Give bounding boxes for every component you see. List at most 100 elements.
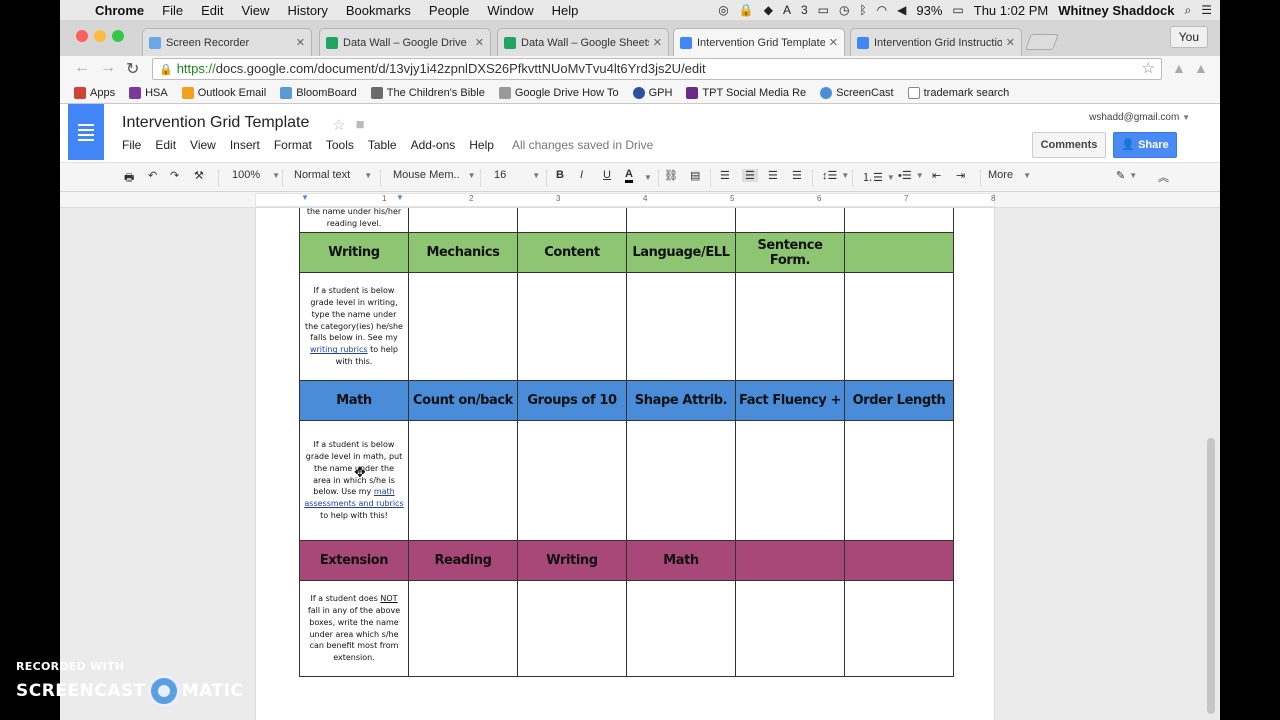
menu-people[interactable]: People bbox=[420, 3, 478, 18]
menu-window[interactable]: Window bbox=[478, 3, 542, 18]
docs-menu-edit[interactable]: Edit bbox=[155, 138, 176, 152]
bookmark-apps[interactable]: Apps bbox=[74, 86, 115, 99]
link-icon[interactable]: ⛓ bbox=[664, 169, 678, 182]
collapse-menu-icon[interactable]: ︽ bbox=[1158, 169, 1169, 185]
bookmark-trademark-search[interactable]: trademark search bbox=[907, 86, 1009, 99]
table-cell[interactable] bbox=[844, 272, 954, 381]
header-cell-math[interactable]: Math bbox=[299, 380, 409, 421]
table-cell[interactable] bbox=[517, 208, 627, 233]
table-cell[interactable] bbox=[735, 580, 845, 677]
tab-screen-recorder[interactable]: Screen Recorder ✕ bbox=[142, 28, 312, 56]
header-cell-sentence-form[interactable]: Sentence Form. bbox=[735, 232, 845, 273]
tab-intervention-grid-instructions[interactable]: Intervention Grid Instructio ✕ bbox=[850, 28, 1022, 56]
header-cell-reading[interactable]: Reading bbox=[408, 540, 518, 581]
bluetooth-icon[interactable]: ᛒ bbox=[859, 3, 866, 17]
header-cell-writing-ext[interactable]: Writing bbox=[517, 540, 627, 581]
menu-app-name[interactable]: Chrome bbox=[86, 3, 153, 18]
table-cell[interactable] bbox=[517, 272, 627, 381]
underline-button[interactable]: U bbox=[603, 169, 611, 181]
header-cell-groups-of-10[interactable]: Groups of 10 bbox=[517, 380, 627, 421]
undo-icon[interactable]: ↶ bbox=[148, 169, 157, 182]
header-cell-language-ell[interactable]: Language/ELL bbox=[626, 232, 736, 273]
table-cell[interactable] bbox=[517, 420, 627, 541]
redo-icon[interactable]: ↷ bbox=[170, 169, 179, 182]
table-cell[interactable] bbox=[735, 420, 845, 541]
menu-bookmarks[interactable]: Bookmarks bbox=[337, 3, 420, 18]
reading-note-cell[interactable]: the name under his/her reading level. bbox=[299, 208, 409, 233]
docs-menu-insert[interactable]: Insert bbox=[230, 138, 260, 152]
docs-menu-view[interactable]: View bbox=[190, 138, 216, 152]
header-cell-mechanics[interactable]: Mechanics bbox=[408, 232, 518, 273]
bookmark-google-drive-how-to[interactable]: Google Drive How To bbox=[498, 86, 619, 99]
comments-button[interactable]: Comments bbox=[1032, 132, 1106, 158]
volume-icon[interactable]: ◀ bbox=[897, 3, 906, 17]
vertical-scrollbar[interactable] bbox=[1207, 438, 1215, 714]
extension-note-cell[interactable]: If a student does NOT fall in any of the… bbox=[299, 580, 409, 677]
menu-file[interactable]: File bbox=[153, 3, 192, 18]
table-cell[interactable] bbox=[408, 272, 518, 381]
font-size-select[interactable]: 16 ▼ bbox=[494, 169, 540, 181]
header-cell-fact-fluency[interactable]: Fact Fluency + bbox=[735, 380, 845, 421]
docs-menu-tools[interactable]: Tools bbox=[326, 138, 354, 152]
close-tab-icon[interactable]: ✕ bbox=[475, 36, 484, 49]
table-cell[interactable] bbox=[626, 208, 736, 233]
numbered-list-icon[interactable]: ⒈☰ ▼ bbox=[862, 169, 895, 185]
bulleted-list-icon[interactable]: •☰ ▼ bbox=[898, 169, 924, 182]
tab-data-wall-drive[interactable]: Data Wall – Google Drive ✕ bbox=[319, 28, 491, 56]
table-cell[interactable] bbox=[408, 420, 518, 541]
table-cell[interactable] bbox=[626, 272, 736, 381]
paint-format-icon[interactable]: ⚒ bbox=[194, 169, 204, 182]
close-tab-icon[interactable]: ✕ bbox=[296, 36, 305, 49]
table-cell[interactable] bbox=[408, 208, 518, 233]
bookmark-hsa[interactable]: HSA bbox=[129, 86, 168, 99]
bookmark-star-icon[interactable]: ☆ bbox=[1142, 59, 1155, 79]
folder-icon[interactable]: ■ bbox=[355, 116, 364, 134]
menu-view[interactable]: View bbox=[232, 3, 278, 18]
writing-note-cell[interactable]: If a student is below grade level in wri… bbox=[299, 272, 409, 381]
bookmark-childrens-bible[interactable]: The Children's Bible bbox=[370, 86, 485, 99]
editing-mode-pencil-icon[interactable]: ✎ ▼ bbox=[1116, 169, 1137, 182]
user-name[interactable]: Whitney Shaddock bbox=[1058, 3, 1174, 18]
docs-menu-help[interactable]: Help bbox=[469, 138, 494, 152]
print-icon[interactable]: 🖶 bbox=[124, 169, 134, 188]
line-spacing-icon[interactable]: ↕☰ ▼ bbox=[822, 169, 849, 182]
decrease-indent-icon[interactable]: ⇤ bbox=[932, 169, 941, 182]
clock[interactable]: Thu 1:02 PM bbox=[974, 3, 1048, 18]
battery-percent[interactable]: 93% bbox=[916, 3, 942, 18]
writing-rubrics-link[interactable]: writing rubrics bbox=[310, 345, 368, 354]
header-cell-empty[interactable] bbox=[735, 540, 845, 581]
menu-edit[interactable]: Edit bbox=[192, 3, 232, 18]
comment-icon[interactable]: ▤ bbox=[690, 169, 700, 182]
header-cell-empty[interactable] bbox=[844, 232, 954, 273]
account-email[interactable]: wshadd@gmail.com ▼ bbox=[1089, 112, 1190, 123]
evernote-icon[interactable]: ◆ bbox=[764, 3, 773, 17]
extension-gray-icon[interactable]: ▲ bbox=[1172, 60, 1186, 76]
creative-cloud-icon[interactable]: ◎ bbox=[718, 3, 728, 17]
minimize-window-icon[interactable] bbox=[94, 30, 106, 42]
back-arrow-icon[interactable]: ← bbox=[74, 59, 90, 77]
close-tab-icon[interactable]: ✕ bbox=[829, 36, 838, 49]
zoom-select[interactable]: 100% ▼ bbox=[232, 169, 280, 181]
wifi-icon[interactable]: ◠ bbox=[877, 3, 887, 17]
document-title[interactable]: Intervention Grid Template bbox=[122, 114, 309, 132]
more-button[interactable]: More ▼ bbox=[988, 169, 1031, 181]
table-cell[interactable] bbox=[844, 580, 954, 677]
display-icon[interactable]: ▭ bbox=[818, 3, 829, 17]
bookmark-screencast[interactable]: ScreenCast bbox=[820, 86, 894, 99]
paragraph-style-select[interactable]: Normal text ▼ bbox=[294, 169, 372, 181]
reload-icon[interactable]: ↻ bbox=[126, 59, 139, 79]
header-cell-content[interactable]: Content bbox=[517, 232, 627, 273]
right-indent-marker-icon[interactable]: ▼ bbox=[396, 193, 404, 202]
close-tab-icon[interactable]: ✕ bbox=[1006, 36, 1015, 49]
bookmark-outlook-email[interactable]: Outlook Email bbox=[181, 86, 266, 99]
share-button[interactable]: 👤 Share bbox=[1113, 132, 1177, 158]
docs-menu-format[interactable]: Format bbox=[274, 138, 312, 152]
new-tab-button[interactable] bbox=[1025, 34, 1059, 50]
header-cell-math-ext[interactable]: Math bbox=[626, 540, 736, 581]
close-tab-icon[interactable]: ✕ bbox=[653, 36, 662, 49]
increase-indent-icon[interactable]: ⇥ bbox=[956, 169, 965, 182]
docs-menu-table[interactable]: Table bbox=[368, 138, 397, 152]
bookmark-bloomboard[interactable]: BloomBoard bbox=[280, 86, 357, 99]
table-cell[interactable] bbox=[735, 208, 845, 233]
header-cell-writing[interactable]: Writing bbox=[299, 232, 409, 273]
